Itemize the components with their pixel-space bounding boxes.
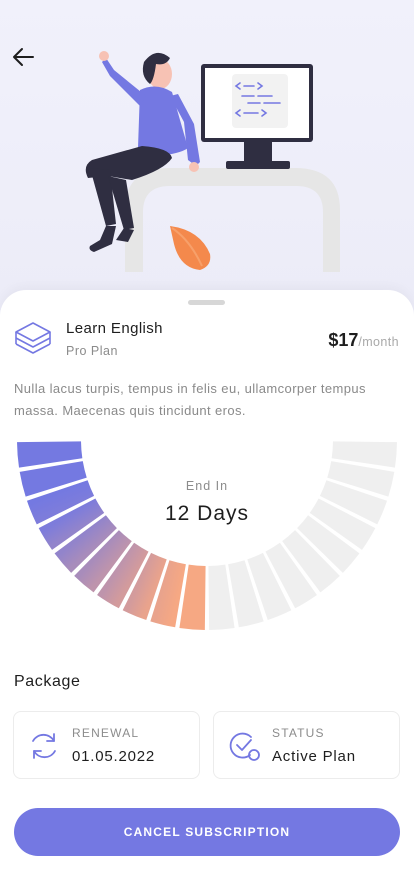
- status-value: Active Plan: [272, 748, 356, 765]
- price-unit: /month: [358, 335, 399, 349]
- arrow-left-icon: [13, 48, 34, 66]
- plan-description: Nulla lacus turpis, tempus in felis eu, …: [14, 381, 366, 418]
- hero-illustration-area: [0, 0, 414, 310]
- price-amount: $17: [328, 330, 359, 350]
- subscription-sheet: Learn English Pro Plan $17 /month Nulla …: [0, 290, 414, 896]
- package-title: Package: [14, 673, 81, 690]
- renewal-label: RENEWAL: [72, 726, 140, 740]
- status-card: STATUS Active Plan: [213, 711, 400, 779]
- drag-handle[interactable]: [188, 300, 225, 305]
- layers-icon: [15, 322, 51, 354]
- plan-subtitle: Pro Plan: [66, 344, 118, 358]
- countdown-value: 12 Days: [164, 502, 250, 525]
- renewal-card: RENEWAL 01.05.2022: [13, 711, 200, 779]
- countdown-gauge: [17, 441, 397, 630]
- refresh-icon: [32, 733, 56, 759]
- plan-price: $17 /month: [328, 330, 399, 351]
- countdown-label: End In: [185, 479, 229, 493]
- renewal-date: 01.05.2022: [72, 748, 156, 765]
- plan-title: Learn English: [66, 320, 163, 337]
- back-button[interactable]: [8, 42, 38, 72]
- cancel-subscription-button[interactable]: CANCEL SUBSCRIPTION: [14, 808, 400, 856]
- status-label: STATUS: [272, 726, 325, 740]
- check-status-icon: [229, 732, 260, 761]
- person-at-desk-illustration: [85, 51, 340, 272]
